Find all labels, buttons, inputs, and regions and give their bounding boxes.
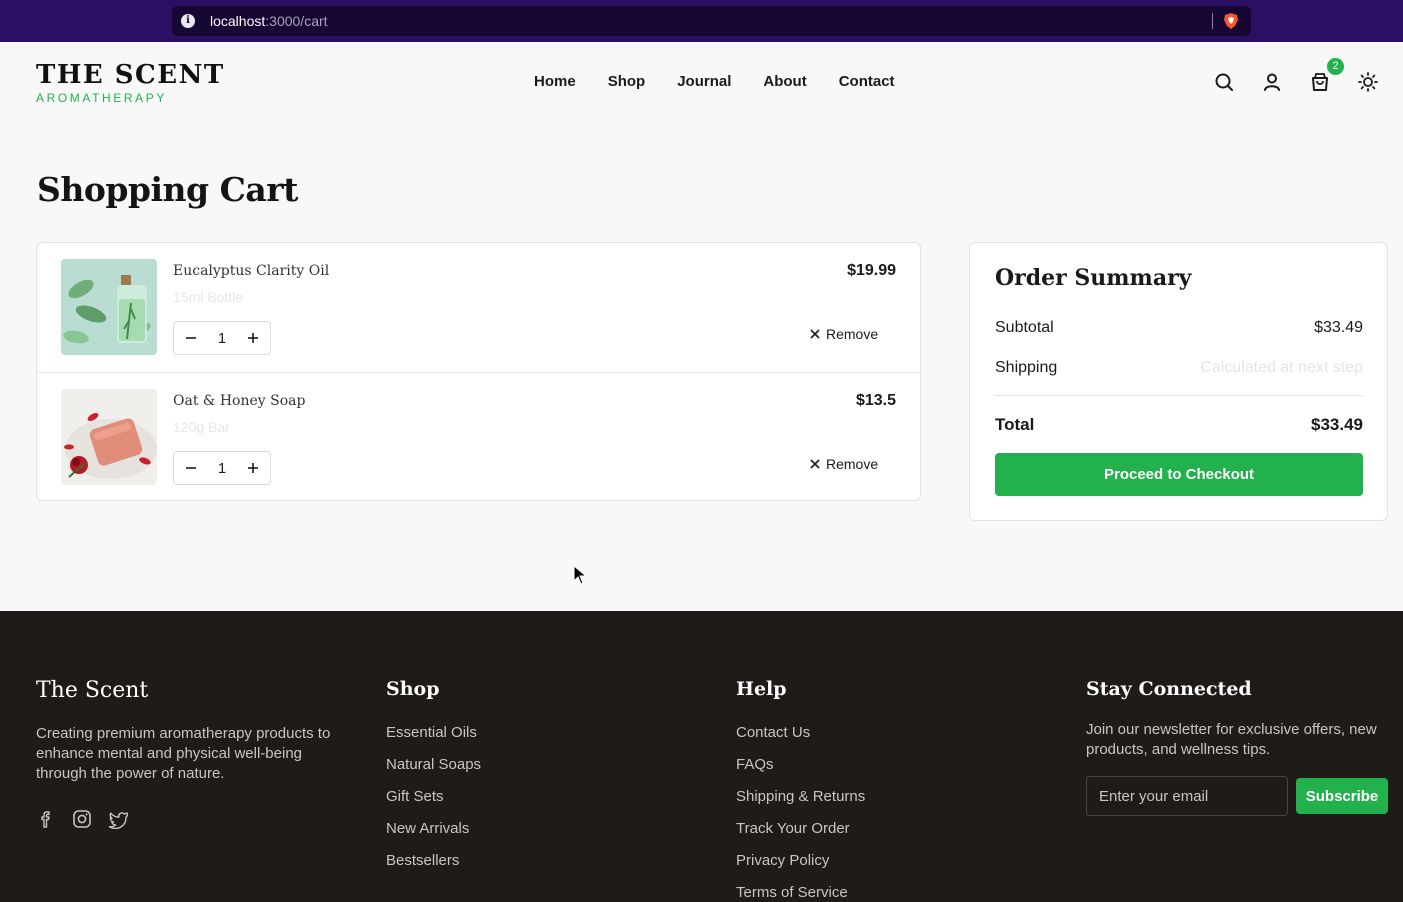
product-image-oat-honey-soap[interactable]: [61, 389, 157, 485]
total-value: $33.49: [1311, 415, 1363, 434]
checkout-button[interactable]: Proceed to Checkout: [995, 453, 1363, 496]
shipping-label: Shipping: [995, 359, 1058, 376]
footer-link[interactable]: Essential Oils: [386, 724, 481, 756]
user-icon[interactable]: [1261, 71, 1283, 93]
page-title: Shopping Cart: [37, 170, 298, 209]
footer-shop-links: Essential Oils Natural Soaps Gift Sets N…: [386, 724, 481, 884]
item-price: $19.99: [847, 262, 896, 279]
remove-label: Remove: [826, 456, 879, 472]
subtotal-value: $33.49: [1314, 319, 1363, 336]
facebook-icon[interactable]: [36, 809, 56, 829]
newsletter-email-input[interactable]: [1086, 776, 1288, 816]
logo-subtitle: AROMATHERAPY: [36, 91, 167, 105]
remove-label: Remove: [826, 326, 879, 342]
main-nav: Home Shop Journal About Contact: [534, 73, 895, 90]
nav-shop[interactable]: Shop: [608, 73, 646, 90]
plus-icon[interactable]: [246, 331, 260, 345]
summary-title: Order Summary: [995, 265, 1192, 291]
close-icon: [810, 459, 820, 469]
footer-link[interactable]: Shipping & Returns: [736, 788, 865, 820]
close-icon: [810, 329, 820, 339]
footer-link[interactable]: Bestsellers: [386, 852, 481, 884]
plus-icon[interactable]: [246, 461, 260, 475]
minus-icon[interactable]: [184, 331, 198, 345]
sun-icon[interactable]: [1357, 71, 1379, 93]
cart-list: Eucalyptus Clarity Oil 15ml Bottle 1 $19…: [36, 242, 921, 501]
cart-count-badge: 2: [1327, 58, 1344, 75]
footer-description: Creating premium aromatherapy products t…: [36, 725, 331, 782]
product-image-eucalyptus-oil[interactable]: [61, 259, 157, 355]
footer-link[interactable]: Terms of Service: [736, 884, 865, 902]
newsletter-text: Join our newsletter for exclusive offers…: [1086, 721, 1377, 758]
cart-icon[interactable]: [1309, 71, 1331, 93]
quantity-value: 1: [217, 329, 227, 347]
footer-link[interactable]: Contact Us: [736, 724, 865, 756]
footer-link[interactable]: FAQs: [736, 756, 865, 788]
mouse-cursor-icon: [573, 565, 587, 585]
footer-brand: The Scent: [36, 678, 149, 703]
shipping-value: Calculated at next step: [1200, 359, 1363, 376]
url-path: :3000/cart: [265, 13, 328, 29]
total-label: Total: [995, 415, 1035, 434]
footer-newsletter-heading: Stay Connected: [1086, 678, 1252, 700]
nav-about[interactable]: About: [763, 73, 806, 90]
shipping-row: Shipping Calculated at next step: [995, 359, 1363, 377]
url-text[interactable]: localhost:3000/cart: [210, 13, 328, 29]
subtotal-row: Subtotal $33.49: [995, 319, 1363, 337]
info-icon[interactable]: i: [181, 14, 195, 28]
footer-link[interactable]: Privacy Policy: [736, 852, 865, 884]
search-icon[interactable]: [1213, 71, 1235, 93]
nav-home[interactable]: Home: [534, 73, 576, 90]
url-host: localhost: [210, 13, 266, 29]
item-name[interactable]: Eucalyptus Clarity Oil: [173, 263, 329, 279]
footer-link[interactable]: Track Your Order: [736, 820, 865, 852]
footer-link[interactable]: Natural Soaps: [386, 756, 481, 788]
quantity-stepper: 1: [173, 451, 271, 485]
brave-shield-icon[interactable]: [1222, 12, 1240, 30]
order-summary: Order Summary Subtotal $33.49 Shipping C…: [969, 242, 1388, 521]
footer-shop-heading: Shop: [386, 678, 440, 700]
twitter-icon[interactable]: [108, 809, 128, 829]
address-bar[interactable]: i localhost:3000/cart: [172, 6, 1251, 36]
item-variant: 15ml Bottle: [173, 289, 244, 305]
quantity-value: 1: [217, 459, 227, 477]
footer-link[interactable]: Gift Sets: [386, 788, 481, 820]
summary-divider: [995, 395, 1363, 396]
cart-item: Oat & Honey Soap 120g Bar 1 $13.5 Remove: [37, 372, 920, 501]
site-footer: The Scent Creating premium aromatherapy …: [0, 611, 1403, 902]
minus-icon[interactable]: [184, 461, 198, 475]
item-name[interactable]: Oat & Honey Soap: [173, 393, 305, 409]
logo-title: THE SCENT: [36, 60, 225, 90]
browser-bar: i localhost:3000/cart: [0, 0, 1403, 42]
cart-item: Eucalyptus Clarity Oil 15ml Bottle 1 $19…: [37, 243, 920, 372]
instagram-icon[interactable]: [72, 809, 92, 829]
nav-contact[interactable]: Contact: [839, 73, 895, 90]
footer-help-links: Contact Us FAQs Shipping & Returns Track…: [736, 724, 865, 902]
remove-button[interactable]: Remove: [809, 326, 878, 342]
quantity-stepper: 1: [173, 321, 271, 355]
subscribe-button[interactable]: Subscribe: [1296, 778, 1388, 814]
footer-help-heading: Help: [736, 678, 787, 700]
nav-journal[interactable]: Journal: [677, 73, 731, 90]
footer-link[interactable]: New Arrivals: [386, 820, 481, 852]
site-logo[interactable]: THE SCENT AROMATHERAPY: [36, 60, 225, 105]
total-row: Total $33.49: [995, 415, 1363, 435]
url-divider: [1212, 13, 1213, 29]
subtotal-label: Subtotal: [995, 319, 1054, 336]
remove-button[interactable]: Remove: [809, 456, 878, 472]
item-price: $13.5: [855, 392, 896, 409]
item-variant: 120g Bar: [173, 419, 230, 435]
